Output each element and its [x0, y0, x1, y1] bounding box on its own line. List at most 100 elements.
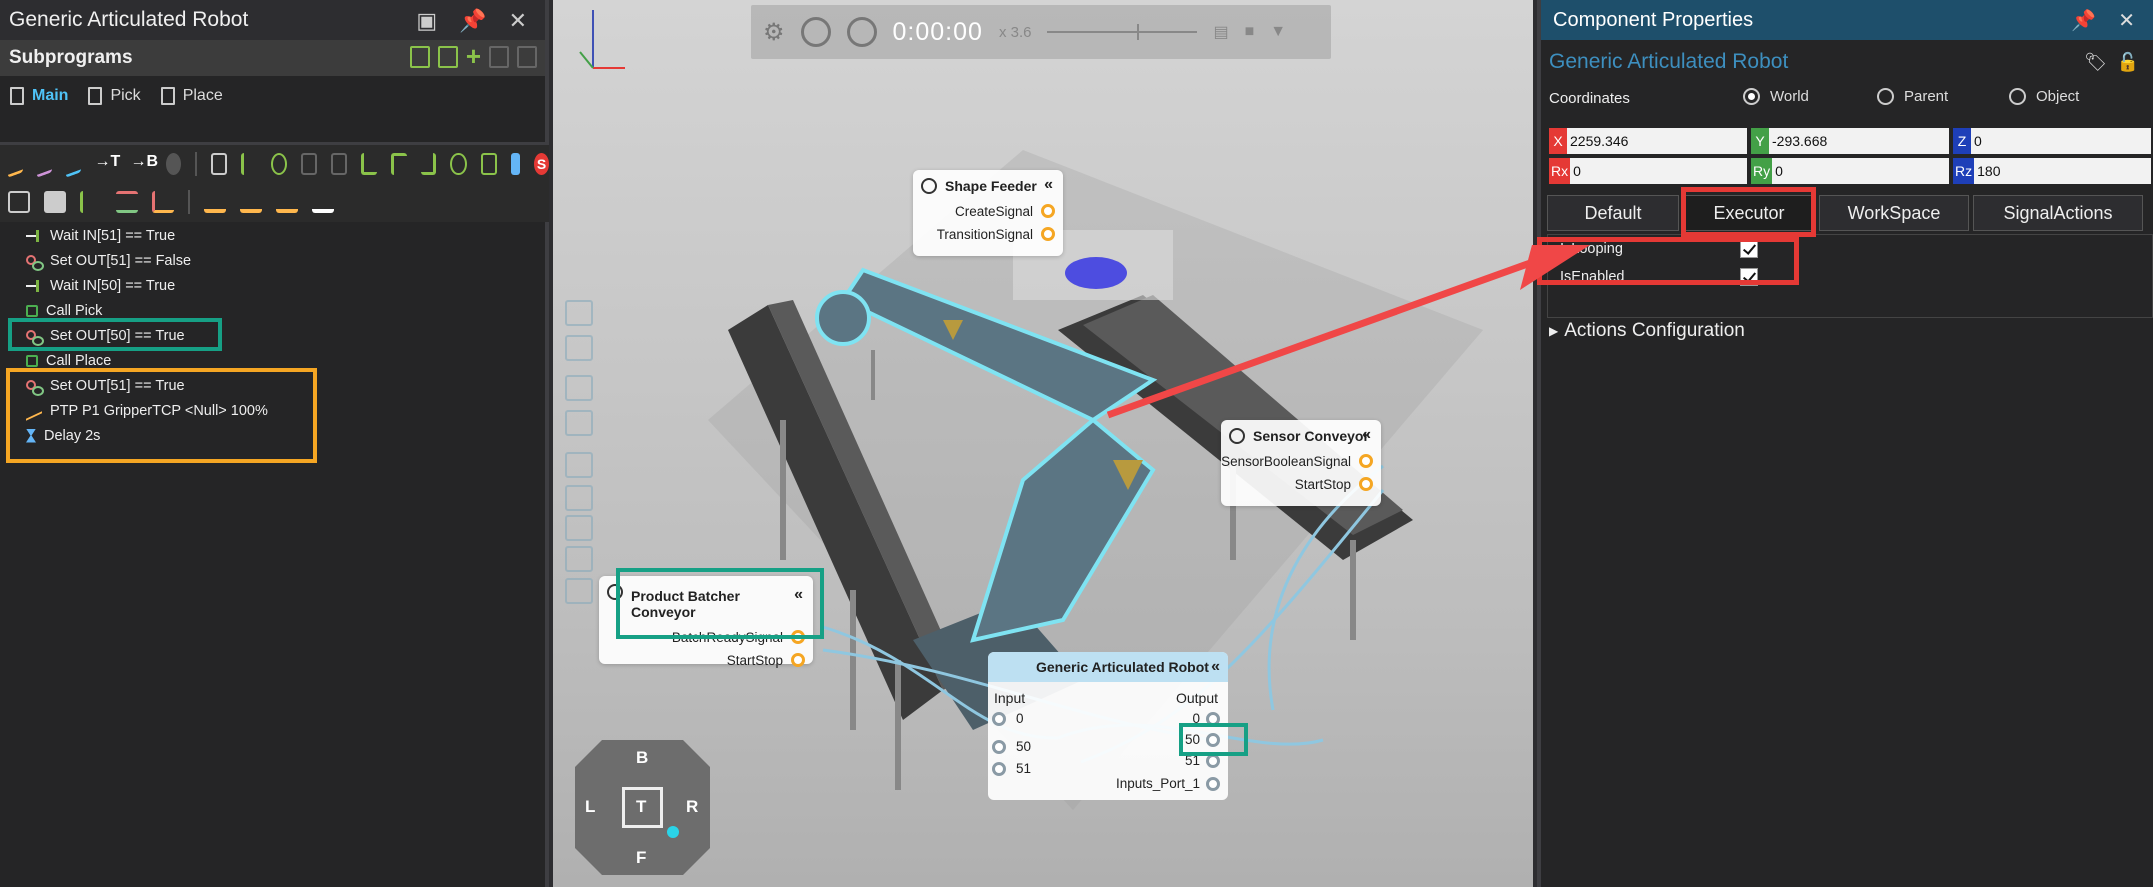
conveyor-pick-icon[interactable]	[240, 191, 262, 213]
play-button[interactable]	[846, 17, 877, 47]
conveyor-icon[interactable]	[204, 191, 226, 213]
edit-subprogram-icon[interactable]	[437, 46, 458, 68]
grey-icon-2[interactable]	[330, 153, 348, 175]
stop-icon[interactable]: S	[534, 153, 550, 175]
tab-place[interactable]: Place	[160, 87, 223, 105]
sensor-conveyor-node[interactable]: Sensor Conveyor « SensorBooleanSignal St…	[1221, 420, 1381, 506]
shape-feeder-node[interactable]: Shape Feeder « CreateSignal TransitionSi…	[913, 170, 1063, 256]
y-field[interactable]: Y -293.668	[1751, 128, 1949, 154]
while-icon[interactable]	[390, 153, 407, 175]
perspective-button[interactable]	[565, 375, 593, 401]
export-pdf-icon[interactable]: ▤	[1213, 22, 1228, 42]
collapse-icon[interactable]: «	[1044, 176, 1053, 194]
tab-workspace[interactable]: WorkSpace	[1819, 195, 1969, 231]
radio-object[interactable]: Object	[2009, 88, 2079, 105]
switch-icon[interactable]	[480, 153, 497, 175]
new-subprogram-icon[interactable]	[409, 46, 430, 68]
tab-main[interactable]: Main	[10, 87, 68, 105]
tab-pick[interactable]: Pick	[88, 87, 141, 105]
3d-viewport[interactable]: ⚙ 0:00:00 x 3.6 ▤ ■ ▼ Shape Feeder « Cre…	[553, 0, 1533, 887]
render-mode-button[interactable]	[565, 452, 593, 478]
add-icon[interactable]: +	[466, 43, 481, 69]
set-signal-icon[interactable]	[116, 191, 138, 213]
rewind-button[interactable]	[800, 17, 831, 47]
rx-value[interactable]: 0	[1570, 163, 1581, 179]
navcube-back[interactable]: B	[636, 748, 648, 768]
tag-icon[interactable]: 🏷	[2084, 52, 2107, 73]
port-connector[interactable]	[1359, 454, 1373, 468]
input-port-connector[interactable]	[992, 740, 1006, 754]
x-value[interactable]: 2259.346	[1567, 133, 1628, 149]
set-base-icon[interactable]: →B	[130, 153, 158, 175]
input-port-connector[interactable]	[992, 712, 1006, 726]
print-icon[interactable]	[44, 191, 66, 213]
output-port-connector[interactable]	[1206, 777, 1220, 791]
actions-configuration-expander[interactable]: ▶ Actions Configuration	[1549, 320, 1745, 342]
ry-value[interactable]: 0	[1772, 163, 1783, 179]
port-connector[interactable]	[1041, 204, 1055, 218]
radio-world[interactable]: World	[1743, 88, 1809, 105]
home-icon[interactable]	[166, 153, 182, 175]
transfer-icon[interactable]	[312, 191, 334, 213]
navcube-top[interactable]: T	[636, 797, 646, 817]
define-signal-icon[interactable]	[240, 153, 257, 175]
input-port-connector[interactable]	[992, 762, 1006, 776]
navcube-left[interactable]: L	[585, 797, 595, 817]
loop-icon[interactable]	[270, 153, 287, 175]
statement-row[interactable]: Set OUT[51] == False	[0, 248, 545, 273]
ry-field[interactable]: Ry 0	[1751, 158, 1949, 184]
network-icon[interactable]: ▼	[1270, 23, 1286, 41]
speed-slider[interactable]	[1047, 24, 1198, 40]
set-tcp-icon[interactable]: →T	[94, 153, 120, 175]
gear-icon[interactable]: ⚙	[763, 18, 785, 47]
zoom-fit-button[interactable]	[565, 300, 593, 326]
statement-row[interactable]: Wait IN[50] == True	[0, 273, 545, 298]
z-value[interactable]: 0	[1971, 133, 1982, 149]
comment-icon[interactable]	[210, 153, 227, 175]
delay-icon[interactable]	[510, 153, 521, 175]
fill-view-button[interactable]	[565, 335, 593, 361]
collapse-icon[interactable]: «	[1362, 426, 1371, 444]
collapse-icon[interactable]: «	[1211, 652, 1220, 682]
wait-signal-icon[interactable]	[80, 191, 102, 213]
port-connector[interactable]	[1041, 227, 1055, 241]
if-icon[interactable]	[361, 153, 377, 175]
delete-icon[interactable]	[517, 46, 537, 68]
return-icon[interactable]	[420, 153, 437, 175]
navcube-right[interactable]: R	[686, 797, 698, 817]
z-field[interactable]: Z0	[1953, 128, 2151, 154]
record-video-icon[interactable]: ■	[1245, 23, 1255, 41]
component-name[interactable]: Generic Articulated Robot	[1549, 50, 1788, 74]
ptp-motion-icon[interactable]	[36, 150, 52, 178]
dock-icon[interactable]: ▣	[416, 8, 437, 34]
selection-button[interactable]	[565, 546, 593, 572]
rz-field[interactable]: Rz 180	[1953, 158, 2151, 184]
port-connector[interactable]	[1359, 477, 1373, 491]
repeat-icon[interactable]	[450, 153, 467, 175]
rx-field[interactable]: Rx 0	[1549, 158, 1747, 184]
path-motion-icon[interactable]	[65, 150, 81, 178]
statistics-icon[interactable]	[152, 191, 174, 213]
y-value[interactable]: -293.668	[1769, 133, 1827, 149]
radio-parent[interactable]: Parent	[1877, 88, 1948, 105]
snap-button[interactable]	[565, 515, 593, 541]
navigation-cube[interactable]: B L T R F	[575, 740, 710, 875]
copy-icon[interactable]	[489, 46, 509, 68]
port-connector[interactable]	[791, 653, 805, 667]
grey-icon[interactable]	[300, 153, 317, 175]
x-field[interactable]: X 2259.346	[1549, 128, 1747, 154]
navcube-front[interactable]: F	[636, 848, 646, 868]
frame-button[interactable]	[565, 485, 593, 511]
close-icon[interactable]: ✕	[2118, 8, 2135, 33]
rz-value[interactable]: 180	[1974, 163, 2000, 179]
box-view-button[interactable]	[565, 410, 593, 436]
color-cube-button[interactable]	[565, 578, 593, 604]
document-icon[interactable]	[8, 191, 30, 213]
close-icon[interactable]: ✕	[509, 8, 527, 34]
pin-icon[interactable]: 📌	[459, 8, 486, 34]
statement-row[interactable]: Wait IN[51] == True	[0, 223, 545, 248]
conveyor-place-icon[interactable]	[276, 191, 298, 213]
pin-icon[interactable]: 📌	[2071, 8, 2096, 33]
tab-signalactions[interactable]: SignalActions	[1973, 195, 2143, 231]
unlock-icon[interactable]: 🔓	[2117, 52, 2139, 73]
